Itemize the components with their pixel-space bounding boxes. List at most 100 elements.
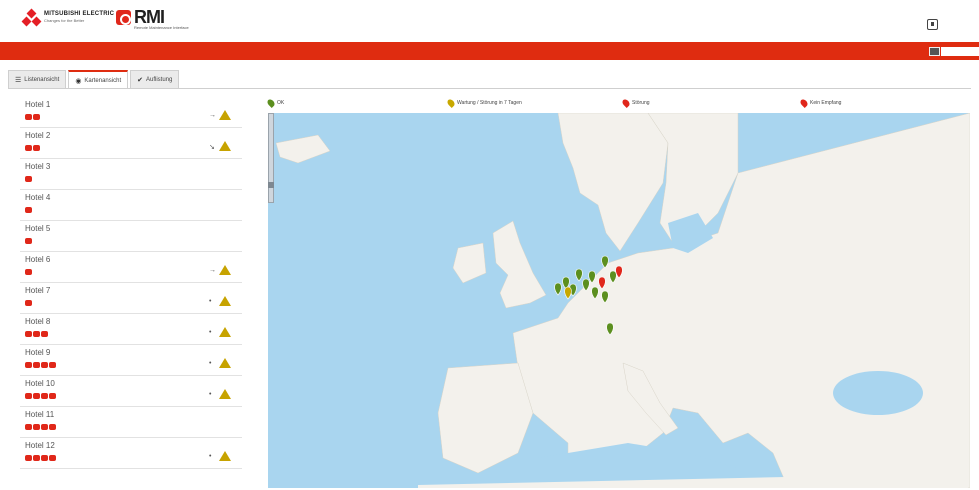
rmi-mark-icon — [116, 9, 131, 25]
list-item[interactable]: Hotel 2 ↘ — [20, 128, 242, 159]
alarm-badges — [25, 176, 32, 182]
map-legend: OK Wartung / Störung in 7 Tagen Störung Kei… — [266, 98, 968, 109]
land-scandinavia — [557, 113, 669, 252]
legend-label: Störung — [632, 100, 650, 106]
list-item[interactable]: Hotel 4 — [20, 190, 242, 221]
alarm-badge-icon — [25, 455, 32, 461]
trend-icon: → — [209, 267, 216, 274]
legend-item: Kein Empfang — [799, 98, 842, 108]
warning-icon[interactable] — [219, 110, 231, 120]
map-pin[interactable] — [575, 268, 583, 282]
alarm-badge-icon — [33, 331, 40, 337]
alarm-badge-icon — [25, 424, 32, 430]
map-pin-icon — [621, 98, 631, 108]
map-pin[interactable] — [564, 286, 572, 300]
alarm-badge-icon — [33, 455, 40, 461]
search-input[interactable] — [941, 47, 979, 56]
list-item[interactable]: Hotel 10 • — [20, 376, 242, 407]
warning-icon[interactable] — [219, 451, 231, 461]
mitsubishi-logo: MITSUBISHI ELECTRIC Changes for the Bett… — [21, 8, 114, 34]
hotel-name: Hotel 4 — [25, 193, 51, 202]
list-item[interactable]: Hotel 5 — [20, 221, 242, 252]
tab-label: Listenansicht — [24, 77, 60, 83]
search-button[interactable] — [929, 47, 940, 56]
list-item[interactable]: Hotel 1 → — [20, 97, 242, 128]
alarm-badge-icon — [25, 114, 32, 120]
warning-icon[interactable] — [219, 389, 231, 399]
tab-label: Kartenansicht — [84, 77, 122, 84]
alarm-badge-icon — [25, 331, 32, 337]
hotel-name: Hotel 12 — [25, 441, 55, 450]
alarm-badge-icon — [41, 362, 48, 368]
hotel-name: Hotel 2 — [25, 131, 51, 140]
list-item[interactable]: Hotel 3 — [20, 159, 242, 190]
alarm-badge-icon — [33, 145, 40, 151]
alarm-badge-icon — [49, 393, 56, 399]
legend-item: Wartung / Störung in 7 Tagen — [446, 98, 522, 108]
alarm-badge-icon — [41, 331, 48, 337]
trend-icon: • — [209, 391, 212, 398]
mitsubishi-diamonds-icon — [21, 8, 42, 27]
alarm-badge-icon — [25, 207, 32, 213]
list-item[interactable]: Hotel 9 • — [20, 345, 242, 376]
alarm-badges — [25, 207, 32, 213]
alarm-badges — [25, 114, 40, 120]
rmi-logo: RMI Remote Maintenance Interface — [116, 7, 189, 30]
list-item[interactable]: Hotel 7 • — [20, 283, 242, 314]
map-pin-icon — [799, 98, 809, 108]
hotel-name: Hotel 6 — [25, 255, 51, 264]
tab-listenansicht[interactable]: ☰ Listenansicht — [8, 70, 67, 89]
alarm-badge-icon — [25, 238, 32, 244]
warning-icon[interactable] — [219, 296, 231, 306]
warning-icon[interactable] — [219, 327, 231, 337]
hotel-name: Hotel 1 — [25, 100, 51, 109]
list-icon: ☰ — [15, 77, 22, 84]
list-item[interactable]: Hotel 8 • — [20, 314, 242, 345]
legend-item: OK — [266, 98, 285, 108]
alarm-badge-icon — [25, 176, 32, 182]
trend-icon: • — [209, 453, 212, 460]
legend-label: Wartung / Störung in 7 Tagen — [457, 100, 522, 106]
alarm-badge-icon — [25, 393, 32, 399]
list-item[interactable]: Hotel 12 • — [20, 438, 242, 469]
map-pin[interactable] — [554, 282, 562, 296]
globe-icon: ◉ — [75, 77, 82, 85]
user-box-icon[interactable] — [927, 19, 938, 30]
land-great-britain — [492, 220, 547, 309]
warning-icon[interactable] — [219, 141, 231, 151]
sea-black-sea — [833, 371, 923, 415]
alarm-badge-icon — [49, 455, 56, 461]
warning-icon[interactable] — [219, 265, 231, 275]
legend-label: Kein Empfang — [810, 100, 842, 106]
zoom-knob[interactable] — [268, 182, 274, 188]
hotel-name: Hotel 9 — [25, 348, 51, 357]
alarm-badges — [25, 145, 40, 151]
legend-label: OK — [277, 100, 285, 106]
tab-divider — [8, 88, 971, 89]
hotel-name: Hotel 7 — [25, 286, 51, 295]
alarm-badge-icon — [33, 362, 40, 368]
alarm-badge-icon — [33, 393, 40, 399]
navigation-bar — [0, 42, 979, 60]
rmi-name: RMI — [134, 7, 165, 27]
alarm-badge-icon — [25, 300, 32, 306]
list-item[interactable]: Hotel 11 — [20, 407, 242, 438]
trend-icon: • — [209, 329, 212, 336]
trend-icon: ↘ — [209, 144, 215, 151]
mitsubishi-tagline: Changes for the Better — [44, 18, 85, 23]
alarm-badge-icon — [49, 362, 56, 368]
tab-kartenansicht[interactable]: ◉ Kartenansicht — [68, 70, 129, 89]
warning-icon[interactable] — [219, 358, 231, 368]
trend-icon: → — [209, 112, 216, 119]
trend-icon: • — [209, 360, 212, 367]
view-tabs: ☰ Listenansicht ◉ Kartenansicht ✔ Auflistung — [8, 70, 180, 89]
map-pin-icon — [446, 98, 456, 108]
tab-auflistung[interactable]: ✔ Auflistung — [130, 70, 180, 89]
hotel-name: Hotel 3 — [25, 162, 51, 171]
europe-map[interactable] — [268, 113, 970, 488]
hotel-name: Hotel 10 — [25, 379, 55, 388]
alarm-badge-icon — [41, 455, 48, 461]
list-item[interactable]: Hotel 6 → — [20, 252, 242, 283]
zoom-slider[interactable] — [268, 113, 274, 203]
alarm-badges — [25, 393, 56, 399]
